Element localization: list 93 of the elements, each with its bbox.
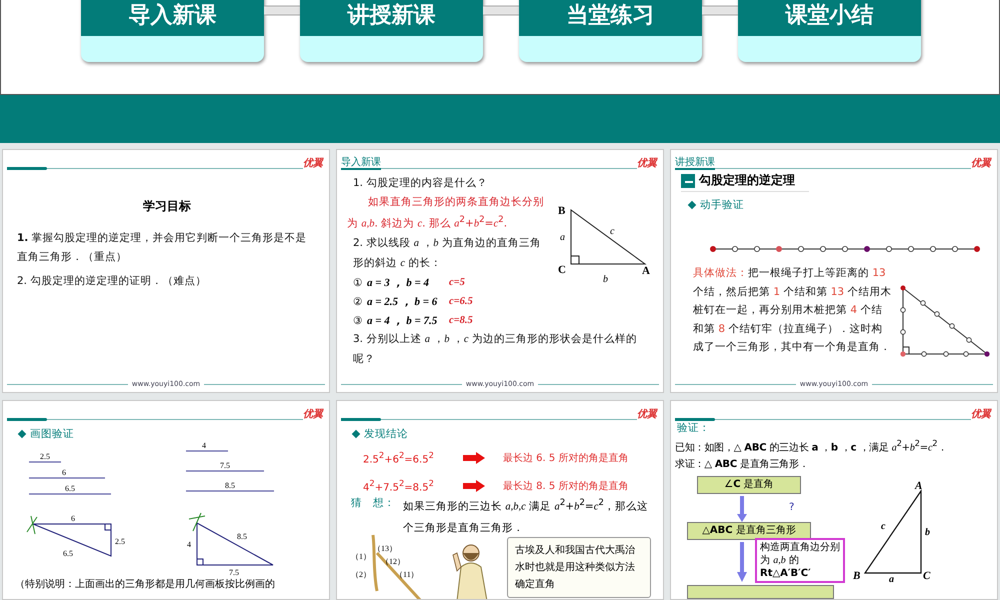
length-label: 7.5 <box>220 461 230 470</box>
header-bar <box>341 418 381 421</box>
prove-text: 求证：△ ABC 是直角三角形． <box>675 458 810 472</box>
case-number: ② <box>353 296 364 308</box>
side-label: c <box>881 521 886 532</box>
rope-label: （1） <box>351 552 371 561</box>
nav-tab[interactable]: 当堂练习 <box>519 0 702 62</box>
rope-label: （2） <box>351 570 371 579</box>
flow-box: ∠C 是直角 <box>697 476 801 494</box>
slide-thumbnail[interactable]: 优翼 画图验证 2.5 6 6.5 4 7.5 8.5 6 2.5 6.5 4 7.5 8.5 （特别说明：上面画出的三角形都是用几何画板按比例画的 <box>2 400 330 600</box>
equation: 2.5$^{2}$+6$^{2}$=6.5$^{2}$ <box>363 450 435 466</box>
nav-tab[interactable]: 讲授新课 <box>300 0 483 62</box>
vertex-label: B <box>853 570 860 582</box>
speech-bubble: 古埃及人和我国古代大禹治水时也就是用这种类似方法确定直角 <box>507 537 651 598</box>
conclusion-text: 最长边 8. 5 所对的角是直角 <box>503 480 630 493</box>
section-tag: 讲授新课 <box>675 157 715 170</box>
side-label: 7.5 <box>229 568 239 577</box>
slide-thumbnail[interactable]: 优翼 验证： 已知：如图，△ ABC 的三边长 a ，b ，c ，满足 a$^{2}$+b$^{2}$=c$^{2}$． 求证：△ ABC 是直角三角形． ∠C 是直角 ? △ABC 是直角三角形 构造两直角边分别为 a,b 的 Rt△A′B′C′ A c b B a C <box>670 400 998 600</box>
case-number: ① <box>353 276 364 288</box>
length-label: 8.5 <box>225 481 235 490</box>
rope-label: （11） <box>395 570 419 579</box>
nav-tab[interactable]: 课堂小结 <box>738 0 921 62</box>
side-label: 4 <box>187 540 191 549</box>
equation: 4$^{2}$+7.5$^{2}$=8.5$^{2}$ <box>363 478 435 494</box>
method-text: 具体做法：把一根绳子打上等距离的 13 个结，然后把第 1 个结和第 13 个结用木桩钉在一起，再分别用木桩把第 4 个结和第 8 个结钉牢（拉直绳子）．这时构成了一个三角形，其中有一个角是直角． <box>693 266 892 355</box>
slide-thumbnail[interactable] <box>336 149 664 393</box>
arrow-icon <box>463 452 485 464</box>
length-label: 6.5 <box>65 484 75 493</box>
rope-drawing <box>372 534 422 599</box>
logo: 优翼 <box>303 158 323 170</box>
given-text: 已知：如图，△ ABC 的三边长 a ，b ，c ，满足 a$^{2}$+b$^{2}$=c$^{2}$． <box>675 437 948 456</box>
side-label: 2.5 <box>115 537 125 546</box>
guess-label: 猜 想： <box>351 496 395 511</box>
section-icon <box>681 174 695 188</box>
header-bar <box>675 418 715 421</box>
rope-label: （12） <box>381 557 405 566</box>
side-label: a <box>560 232 565 243</box>
nav-tab[interactable]: 导入新课 <box>81 0 264 62</box>
figure-drawing <box>452 544 488 599</box>
length-label: 6 <box>62 468 66 477</box>
down-arrow-icon <box>737 496 747 522</box>
header-bar <box>7 167 47 170</box>
logo: 优翼 <box>971 158 991 170</box>
answer-text: 如果直角三角形的两条直角边长分别为 a,b. 斜边为 c. 那么 a$^{2}$+b$^{2}$=c$^{2}$. <box>347 194 545 232</box>
header-bar <box>7 418 47 421</box>
case-values: a = 2.5 ， b = 6 <box>367 295 438 309</box>
slide-title: 学习目标 <box>142 198 192 215</box>
case-number: ③ <box>353 314 364 326</box>
vertex-label: A <box>642 265 650 277</box>
question-text: 2. 求以线段 a ，b 为直角边的直角三角形的斜边 c 的长： <box>353 236 542 270</box>
case-answer: c=8.5 <box>449 315 473 326</box>
logo: 优翼 <box>637 409 657 421</box>
rope-label: （13） <box>373 544 397 553</box>
bullet-heading: 动手验证 <box>700 198 744 212</box>
objective-text: 1. 掌握勾股定理的逆定理，并会用它判断一个三角形是不是直角三角形．（重点） <box>17 231 308 264</box>
construct-box: 构造两直角边分别为 a,b 的 Rt△A′B′C′ <box>755 538 845 584</box>
length-label: 2.5 <box>40 452 50 461</box>
side-label: 8.5 <box>237 532 247 541</box>
section-title: 勾股定理的逆定理 <box>699 172 795 189</box>
bullet-heading: 发现结论 <box>364 427 408 441</box>
side-label: c <box>610 226 614 237</box>
logo: 优翼 <box>637 158 657 170</box>
guess-text: 如果三角形的三边长 a,b,c 满足 a$^{2}$+b$^{2}$=c$^{2}$，那么这个三角形是直角三角形． <box>403 497 649 536</box>
question-text: 3. 分别以上述 a ，b ，c 为边的三角形的形状会是什么样的呢？ <box>353 332 638 366</box>
side-label: a <box>889 574 894 583</box>
case-values: a = 3 ， b = 4 <box>367 276 430 290</box>
line-segment <box>186 450 228 452</box>
case-values: a = 4 ， b = 7.5 <box>367 314 438 328</box>
conclusion-text: 最长边 6. 5 所对的角是直角 <box>503 452 630 465</box>
note-text: （特别说明：上面画出的三角形都是用几何画板按比例画的 <box>15 578 275 591</box>
arrow-icon <box>463 480 485 492</box>
bullet-heading: 画图验证 <box>30 427 74 441</box>
side-label: 6 <box>71 514 75 523</box>
objective-text: 2. 勾股定理的逆定理的证明．（难点） <box>17 274 208 289</box>
vertex-label: C <box>923 570 930 582</box>
side-label: 6.5 <box>63 549 73 558</box>
question-mark: ? <box>789 502 794 514</box>
logo: 优翼 <box>303 409 323 421</box>
vertex-label: B <box>558 205 566 217</box>
question-text: 1. 勾股定理的内容是什么？ <box>353 176 488 191</box>
side-label: b <box>603 274 608 284</box>
vertex-label: C <box>558 264 566 276</box>
proof-label: 验证： <box>677 421 711 435</box>
side-label: b <box>925 527 930 538</box>
logo: 优翼 <box>971 409 991 421</box>
section-tag: 导入新课 <box>341 157 381 170</box>
vertex-label: A <box>915 480 922 492</box>
slide-thumbnail[interactable] <box>336 400 664 600</box>
case-answer: c=6.5 <box>449 296 473 307</box>
flow-box: △ABC 是直角三角形 <box>687 522 811 540</box>
length-label: 4 <box>202 441 206 450</box>
case-answer: c=5 <box>449 277 465 288</box>
down-arrow-icon <box>737 542 747 582</box>
